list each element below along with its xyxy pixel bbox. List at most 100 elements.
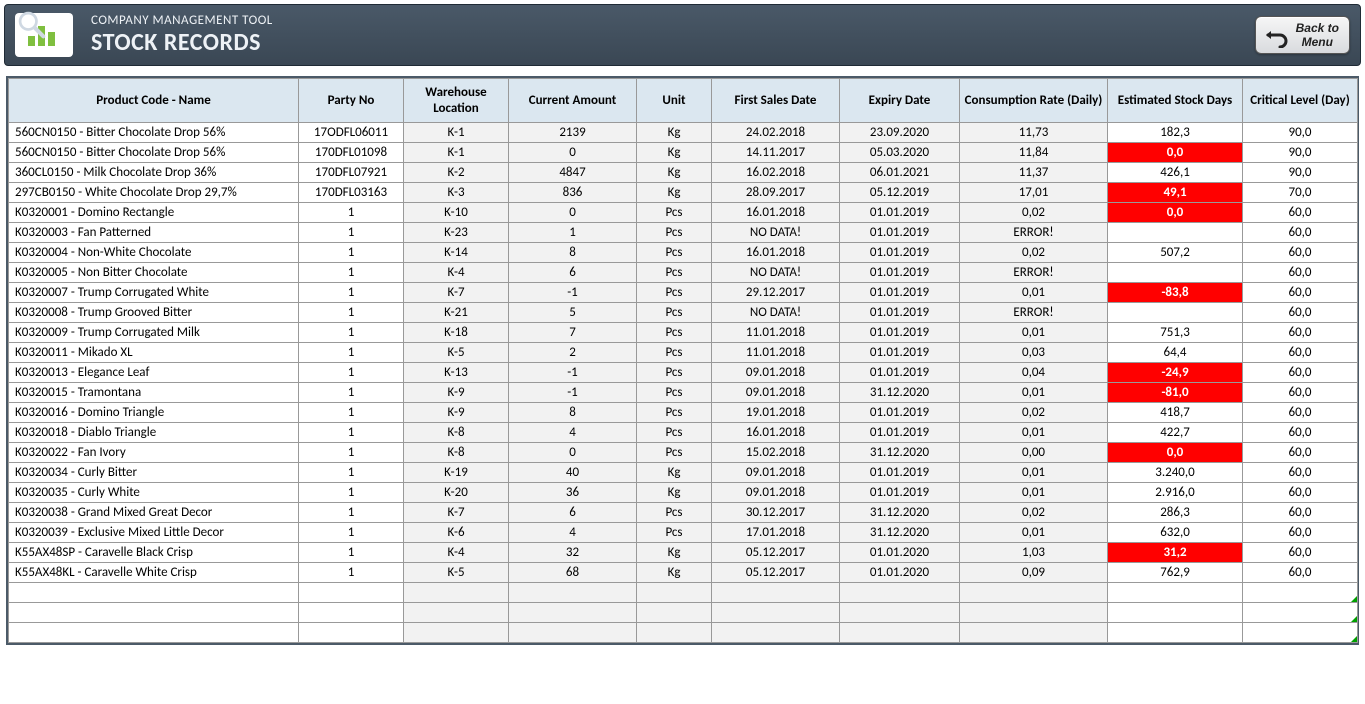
cell[interactable]: K-5 <box>404 343 509 363</box>
table-row[interactable]: K0320007 - Trump Corrugated White1K-7-1P… <box>9 283 1358 303</box>
cell[interactable]: 01.01.2019 <box>840 223 960 243</box>
cell[interactable]: Pcs <box>637 263 712 283</box>
cell[interactable]: K-13 <box>404 363 509 383</box>
cell[interactable]: 01.01.2019 <box>840 463 960 483</box>
cell[interactable]: 170DFL03163 <box>299 183 404 203</box>
cell[interactable]: Pcs <box>637 283 712 303</box>
cell[interactable]: 0,02 <box>960 403 1108 423</box>
cell[interactable]: 31.12.2020 <box>840 503 960 523</box>
cell[interactable]: ERROR! <box>960 223 1108 243</box>
cell[interactable]: 8 <box>509 243 637 263</box>
cell[interactable]: 0,01 <box>960 523 1108 543</box>
cell[interactable]: Kg <box>637 163 712 183</box>
cell[interactable]: 01.01.2019 <box>840 203 960 223</box>
cell[interactable]: Pcs <box>637 423 712 443</box>
cell[interactable]: 1 <box>299 203 404 223</box>
cell[interactable]: 2 <box>509 343 637 363</box>
col-header[interactable]: Consumption Rate (Daily) <box>960 79 1108 123</box>
cell[interactable]: K0320016 - Domino Triangle <box>9 403 299 423</box>
cell[interactable]: 09.01.2018 <box>712 383 840 403</box>
cell[interactable]: Pcs <box>637 363 712 383</box>
cell[interactable]: 0,01 <box>960 283 1108 303</box>
cell[interactable]: 68 <box>509 563 637 583</box>
cell[interactable]: 0,01 <box>960 463 1108 483</box>
cell[interactable]: -1 <box>509 383 637 403</box>
cell[interactable]: 4 <box>509 523 637 543</box>
table-row-empty[interactable] <box>9 583 1358 603</box>
table-row[interactable]: K0320035 - Curly White1K-2036Kg09.01.201… <box>9 483 1358 503</box>
cell[interactable]: 0,0 <box>1108 443 1243 463</box>
cell[interactable]: 6 <box>509 263 637 283</box>
cell[interactable]: 0 <box>509 143 637 163</box>
cell[interactable]: Kg <box>637 543 712 563</box>
cell[interactable]: 15.02.2018 <box>712 443 840 463</box>
cell[interactable]: 05.12.2017 <box>712 563 840 583</box>
cell[interactable]: Kg <box>637 183 712 203</box>
cell[interactable]: 60,0 <box>1243 363 1358 383</box>
cell[interactable]: 05.03.2020 <box>840 143 960 163</box>
cell[interactable]: 28.09.2017 <box>712 183 840 203</box>
cell[interactable]: K0320003 - Fan Patterned <box>9 223 299 243</box>
cell[interactable]: 0,02 <box>960 203 1108 223</box>
cell[interactable]: K0320038 - Grand Mixed Great Decor <box>9 503 299 523</box>
cell[interactable]: 01.01.2019 <box>840 323 960 343</box>
cell[interactable]: 507,2 <box>1108 243 1243 263</box>
cell[interactable]: 11.01.2018 <box>712 343 840 363</box>
cell[interactable]: 1 <box>299 463 404 483</box>
cell[interactable]: 1 <box>299 243 404 263</box>
cell[interactable]: 16.01.2018 <box>712 203 840 223</box>
cell[interactable]: 0 <box>509 203 637 223</box>
cell[interactable]: K-19 <box>404 463 509 483</box>
cell[interactable]: 60,0 <box>1243 463 1358 483</box>
cell[interactable]: 64,4 <box>1108 343 1243 363</box>
cell[interactable]: 762,9 <box>1108 563 1243 583</box>
cell[interactable]: 1 <box>299 543 404 563</box>
cell[interactable]: K-14 <box>404 243 509 263</box>
table-row[interactable]: 560CN0150 - Bitter Chocolate Drop 56%17O… <box>9 123 1358 143</box>
cell[interactable]: K0320007 - Trump Corrugated White <box>9 283 299 303</box>
cell[interactable]: 01.01.2019 <box>840 303 960 323</box>
cell[interactable]: 01.01.2019 <box>840 283 960 303</box>
cell[interactable]: Kg <box>637 563 712 583</box>
cell[interactable]: 0,0 <box>1108 143 1243 163</box>
cell[interactable]: NO DATA! <box>712 223 840 243</box>
cell[interactable]: K0320015 - Tramontana <box>9 383 299 403</box>
col-header[interactable]: First Sales Date <box>712 79 840 123</box>
cell[interactable]: Pcs <box>637 303 712 323</box>
cell[interactable]: 60,0 <box>1243 423 1358 443</box>
cell[interactable]: Pcs <box>637 343 712 363</box>
cell[interactable]: K-4 <box>404 263 509 283</box>
cell[interactable]: 0,04 <box>960 363 1108 383</box>
cell[interactable]: 0,02 <box>960 243 1108 263</box>
cell[interactable]: K-9 <box>404 403 509 423</box>
cell[interactable]: Pcs <box>637 443 712 463</box>
cell[interactable]: 836 <box>509 183 637 203</box>
cell[interactable]: 0 <box>509 443 637 463</box>
col-header[interactable]: Current Amount <box>509 79 637 123</box>
cell[interactable]: K0320008 - Trump Grooved Bitter <box>9 303 299 323</box>
cell[interactable]: Kg <box>637 463 712 483</box>
cell[interactable]: 1 <box>299 383 404 403</box>
table-row[interactable]: 560CN0150 - Bitter Chocolate Drop 56%170… <box>9 143 1358 163</box>
cell[interactable]: 16.01.2018 <box>712 423 840 443</box>
cell[interactable]: -83,8 <box>1108 283 1243 303</box>
table-row[interactable]: K0320003 - Fan Patterned1K-231PcsNO DATA… <box>9 223 1358 243</box>
cell[interactable]: Pcs <box>637 403 712 423</box>
cell[interactable]: 09.01.2018 <box>712 483 840 503</box>
cell[interactable]: K0320034 - Curly Bitter <box>9 463 299 483</box>
cell[interactable]: 01.01.2020 <box>840 563 960 583</box>
cell[interactable]: K0320009 - Trump Corrugated Milk <box>9 323 299 343</box>
cell[interactable]: K-21 <box>404 303 509 323</box>
cell[interactable]: 17.01.2018 <box>712 523 840 543</box>
cell[interactable]: 2139 <box>509 123 637 143</box>
col-header[interactable]: Expiry Date <box>840 79 960 123</box>
cell[interactable]: 14.11.2017 <box>712 143 840 163</box>
col-header[interactable]: Party No <box>299 79 404 123</box>
cell[interactable]: Pcs <box>637 523 712 543</box>
cell[interactable]: 11.01.2018 <box>712 323 840 343</box>
cell[interactable]: K0320001 - Domino Rectangle <box>9 203 299 223</box>
table-row[interactable]: 360CL0150 - Milk Chocolate Drop 36%170DF… <box>9 163 1358 183</box>
cell[interactable]: Pcs <box>637 243 712 263</box>
cell[interactable]: Pcs <box>637 203 712 223</box>
cell[interactable]: K55AX48KL - Caravelle White Crisp <box>9 563 299 583</box>
